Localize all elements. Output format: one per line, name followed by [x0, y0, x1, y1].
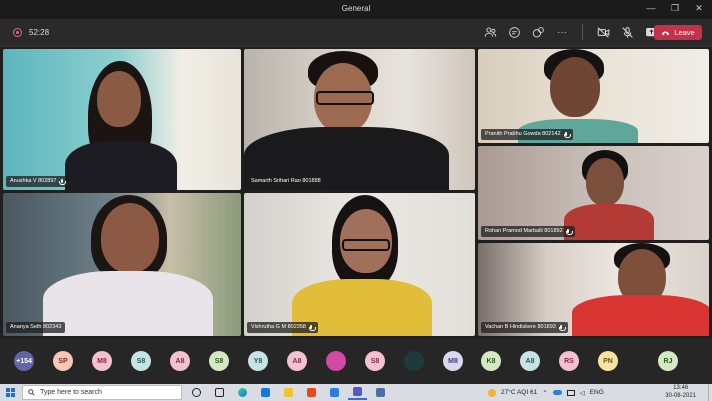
leave-button[interactable]: Leave: [654, 25, 702, 40]
clock-time: 13:46: [673, 385, 689, 391]
toolbar-divider: [582, 24, 583, 40]
participant-nameplate: Pranith Prabhu Gowda 802142: [481, 129, 573, 140]
taskbar-apps: [187, 385, 390, 400]
participant-name: Rohan Pramod Marballi 801892: [485, 228, 563, 234]
leave-label: Leave: [674, 28, 695, 37]
more-icon[interactable]: ···: [554, 23, 570, 41]
reactions-icon[interactable]: [530, 23, 546, 41]
video-tile[interactable]: Vachan B Hindiskere 801893: [478, 243, 709, 336]
participant-nameplate: Ananya Seth 802343: [6, 322, 66, 333]
window-controls: — ❐ ✕: [646, 3, 704, 14]
participant-name: Anushka V 802897: [10, 178, 57, 184]
weather-text[interactable]: 27°C AQI 61: [501, 389, 537, 396]
participant-name: Samarth Srihari Rao 801888: [251, 178, 321, 184]
participant-avatar[interactable]: SP: [53, 351, 73, 371]
weather-icon[interactable]: [488, 388, 496, 397]
participant-avatar[interactable]: [404, 351, 424, 371]
close-button[interactable]: ✕: [694, 3, 704, 14]
restore-button[interactable]: ❐: [670, 3, 680, 14]
taskbar-search[interactable]: Type here to search: [22, 385, 182, 400]
search-icon: [28, 389, 35, 396]
system-tray: 27°C AQI 61 ⌃ ◁ ENG: [488, 384, 604, 401]
teams-icon[interactable]: [348, 385, 367, 400]
participant-nameplate: Rohan Pramod Marballi 801892: [481, 226, 575, 237]
mic-icon: [558, 324, 566, 331]
participant-nameplate: Vishrutha G M 802358: [247, 322, 318, 333]
window-titlebar: General — ❐ ✕: [0, 0, 712, 19]
participant-avatar[interactable]: RJ: [658, 351, 678, 371]
store-icon[interactable]: [256, 385, 275, 400]
mic-icon: [563, 131, 571, 138]
edge-icon[interactable]: [233, 385, 252, 400]
participant-name: Pranith Prabhu Gowda 802142: [485, 131, 561, 137]
file-explorer-icon[interactable]: [279, 385, 298, 400]
participant-avatar[interactable]: [326, 351, 346, 371]
cortana-icon[interactable]: [187, 385, 206, 400]
meeting-toolbar: 52:28 ··· Leave: [0, 19, 712, 47]
office-icon[interactable]: [302, 385, 321, 400]
chat-icon[interactable]: [506, 23, 522, 41]
participant-avatar[interactable]: PN: [598, 351, 618, 371]
people-icon[interactable]: [482, 23, 498, 41]
video-tile[interactable]: Vishrutha G M 802358: [244, 193, 475, 336]
participant-avatar[interactable]: M8: [443, 351, 463, 371]
windows-start-icon[interactable]: [6, 388, 15, 397]
participant-avatar[interactable]: A8: [520, 351, 540, 371]
participant-avatar[interactable]: S8: [365, 351, 385, 371]
task-view-icon[interactable]: [210, 385, 229, 400]
recording-icon: [13, 28, 22, 37]
participant-avatar[interactable]: S8: [209, 351, 229, 371]
hangup-icon: [662, 31, 670, 35]
participant-strip: +154 SP M8 S8 A8 S8 Y8 A8 S8 M8 K8 A8 RS PN RJ: [0, 338, 712, 384]
participant-avatar[interactable]: A8: [170, 351, 190, 371]
participant-avatar[interactable]: RS: [559, 351, 579, 371]
more-participants-badge[interactable]: +154: [14, 351, 34, 371]
mail-icon[interactable]: [325, 385, 344, 400]
participant-avatar[interactable]: S8: [131, 351, 151, 371]
mic-icon: [308, 324, 316, 331]
network-icon[interactable]: [566, 389, 575, 396]
participant-nameplate: Samarth Srihari Rao 801888: [247, 176, 325, 187]
video-stage: Anushka V 802897 Samarth Srihari Rao 801…: [0, 47, 712, 338]
participant-name: Vishrutha G M 802358: [251, 324, 306, 330]
participant-name: Vachan B Hindiskere 801893: [485, 324, 556, 330]
participant-avatar[interactable]: Y8: [248, 351, 268, 371]
tray-chevron-icon[interactable]: ⌃: [542, 389, 547, 397]
video-tile[interactable]: Ananya Seth 802343: [3, 193, 241, 336]
video-tile[interactable]: Anushka V 802897: [3, 49, 241, 190]
mic-icon: [59, 178, 67, 185]
participant-avatar[interactable]: K8: [481, 351, 501, 371]
participant-nameplate: Vachan B Hindiskere 801893: [481, 322, 568, 333]
onedrive-icon[interactable]: [552, 390, 562, 395]
show-desktop-button[interactable]: [708, 384, 712, 401]
meeting-timer: 52:28: [29, 28, 50, 37]
participant-avatar[interactable]: M8: [92, 351, 112, 371]
volume-icon[interactable]: ◁: [580, 389, 585, 397]
meeting-controls: ···: [482, 23, 659, 41]
taskbar-clock[interactable]: 13:46 30-08-2021: [665, 385, 696, 400]
window-title: General: [341, 4, 371, 13]
lang-indicator[interactable]: ENG: [590, 389, 604, 396]
mic-icon: [565, 228, 573, 235]
participant-name: Ananya Seth 802343: [10, 324, 62, 330]
glasses-icon: [342, 239, 390, 251]
glasses-icon: [316, 91, 374, 105]
taskbar: Type here to search 27°C AQI 61 ⌃ ◁ ENG …: [0, 384, 712, 401]
calculator-icon[interactable]: [371, 385, 390, 400]
mic-off-icon[interactable]: [619, 23, 635, 41]
video-tile[interactable]: Pranith Prabhu Gowda 802142: [478, 49, 709, 143]
video-tile[interactable]: Rohan Pramod Marballi 801892: [478, 146, 709, 240]
participant-avatar[interactable]: A8: [287, 351, 307, 371]
search-placeholder: Type here to search: [40, 389, 102, 396]
participant-nameplate: Anushka V 802897: [6, 176, 69, 187]
camera-off-icon[interactable]: [595, 23, 611, 41]
video-tile[interactable]: Samarth Srihari Rao 801888: [244, 49, 475, 190]
clock-date: 30-08-2021: [665, 392, 696, 399]
minimize-button[interactable]: —: [646, 3, 656, 14]
